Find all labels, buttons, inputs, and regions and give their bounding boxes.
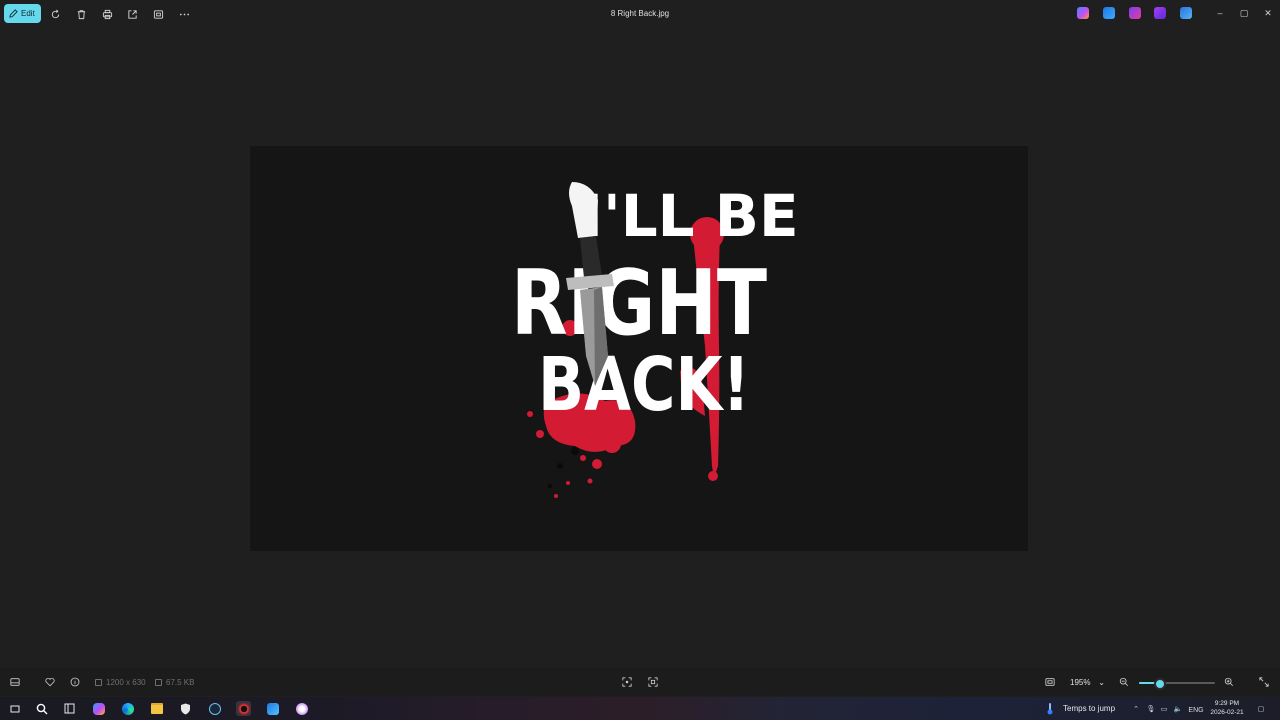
system-clock[interactable]: 9:29 PM 2026-02-21 [1206, 699, 1248, 717]
chevron-down-icon: ⌄ [1098, 678, 1105, 687]
designer-icon[interactable] [1154, 7, 1166, 19]
onedrive-icon[interactable] [1180, 7, 1192, 19]
weather-thermometer-icon[interactable] [1042, 701, 1057, 716]
photos-app-icon[interactable] [236, 701, 251, 716]
zoom-slider[interactable] [1139, 678, 1215, 690]
info-icon[interactable] [69, 676, 81, 688]
clock-date: 2026-02-21 [1210, 709, 1244, 716]
language-indicator[interactable]: ENG [1188, 705, 1204, 715]
zoom-out-icon[interactable] [1118, 676, 1130, 688]
edit-button[interactable]: Edit [4, 4, 41, 23]
image-dimensions: 1200 x 630 [95, 678, 146, 687]
more-icon[interactable] [177, 7, 191, 21]
maximize-button[interactable]: ▢ [1237, 6, 1251, 20]
image-canvas[interactable]: I'LL BE RIGHT BACK! [250, 146, 1028, 551]
file-explorer-icon[interactable] [149, 701, 164, 716]
filmstrip-icon[interactable] [9, 676, 21, 688]
paint-icon[interactable] [1103, 7, 1115, 19]
title-bar: Edit 8 Right Back.jpg – ▢ ✕ [0, 0, 1280, 28]
dark-splatter [547, 447, 579, 489]
file-size-value: 67.5 KB [166, 678, 195, 687]
chevron-up-icon[interactable]: ⌃ [1131, 704, 1141, 714]
fit-to-window-icon[interactable] [1044, 676, 1056, 688]
steam-icon[interactable] [207, 701, 222, 716]
share-icon[interactable] [125, 7, 139, 21]
dimensions-icon [95, 679, 102, 686]
image-text-line2: RIGHT [511, 251, 767, 356]
microphone-icon[interactable]: 🎙 [1146, 704, 1156, 714]
zoom-in-icon[interactable] [1223, 676, 1235, 688]
edge-browser-icon[interactable] [120, 701, 135, 716]
notification-icon[interactable]: ▢ [1256, 704, 1266, 714]
itunes-icon[interactable] [294, 701, 309, 716]
favorite-icon[interactable] [44, 676, 56, 688]
zoom-level-value: 195% [1070, 678, 1091, 687]
edit-label: Edit [21, 9, 35, 18]
minimize-button[interactable]: – [1213, 6, 1227, 20]
security-shield-icon[interactable] [178, 701, 193, 716]
copilot-taskbar-icon[interactable] [91, 701, 106, 716]
search-icon[interactable] [34, 701, 49, 716]
task-view-icon[interactable] [7, 701, 22, 716]
network-icon[interactable]: ▭ [1159, 704, 1169, 714]
dimensions-value: 1200 x 630 [106, 678, 146, 687]
image-text-line3: BACK! [538, 342, 750, 428]
widgets-icon[interactable] [62, 701, 77, 716]
edit-icon [9, 9, 18, 18]
scan-icon[interactable] [621, 676, 633, 688]
visual-search-icon[interactable] [647, 676, 659, 688]
zoom-level-dropdown[interactable]: 195% ⌄ [1065, 675, 1110, 690]
delete-icon[interactable] [74, 7, 88, 21]
fullscreen-icon[interactable] [1258, 676, 1270, 688]
file-size-icon [155, 679, 162, 686]
clipchamp-icon[interactable] [1129, 7, 1141, 19]
taskbar: Temps to jump [0, 697, 1280, 720]
paint-taskbar-icon[interactable] [265, 701, 280, 716]
file-size: 67.5 KB [155, 678, 194, 687]
crop-icon[interactable] [151, 7, 165, 21]
print-icon[interactable] [100, 7, 114, 21]
volume-icon[interactable]: 🔈 [1173, 704, 1183, 714]
close-button[interactable]: ✕ [1261, 6, 1275, 20]
weather-label[interactable]: Temps to jump [1063, 704, 1115, 713]
clock-time: 9:29 PM [1214, 700, 1240, 707]
rotate-icon[interactable] [48, 7, 62, 21]
displayed-image: I'LL BE RIGHT BACK! [511, 182, 799, 498]
image-text-line1: I'LL BE [581, 182, 798, 250]
copilot-icon[interactable] [1077, 7, 1089, 19]
